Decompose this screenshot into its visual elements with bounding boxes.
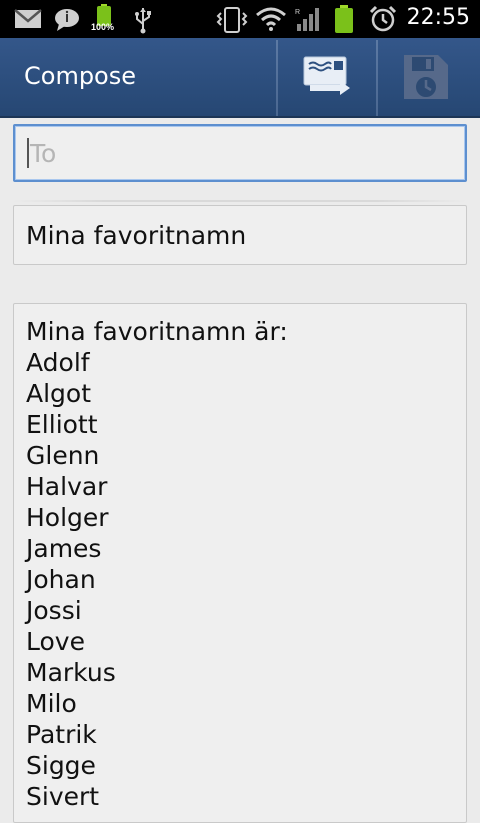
subject-text: Mina favoritnamn (26, 220, 247, 250)
page-title: Compose (24, 62, 137, 90)
wifi-icon (256, 7, 286, 31)
divider (13, 200, 467, 202)
usb-icon (135, 8, 151, 34)
gmail-icon (14, 9, 42, 28)
svg-text:R: R (295, 9, 300, 16)
alarm-icon (369, 5, 397, 32)
save-draft-button[interactable] (378, 38, 476, 118)
send-button[interactable] (278, 38, 376, 118)
to-placeholder: To (30, 138, 57, 168)
subject-field[interactable]: Mina favoritnamn (13, 205, 467, 265)
compose-form: To Mina favoritnamn Mina favoritnamn är:… (0, 118, 480, 823)
signal-icon: R (295, 8, 319, 31)
save-draft-icon (404, 55, 448, 99)
chat-icon (55, 9, 79, 31)
to-field[interactable]: To (13, 124, 467, 182)
battery-icon (335, 5, 353, 33)
vibrate-icon (216, 7, 248, 33)
body-field[interactable]: Mina favoritnamn är: Adolf Algot Elliott… (13, 303, 467, 823)
send-icon (303, 56, 350, 95)
text-cursor (27, 138, 29, 168)
action-bar: Compose (0, 38, 480, 118)
clock: 22:55 (406, 5, 470, 30)
status-bar: 100% R 22:55 (0, 0, 480, 38)
battery-percent: 100% (91, 22, 115, 32)
